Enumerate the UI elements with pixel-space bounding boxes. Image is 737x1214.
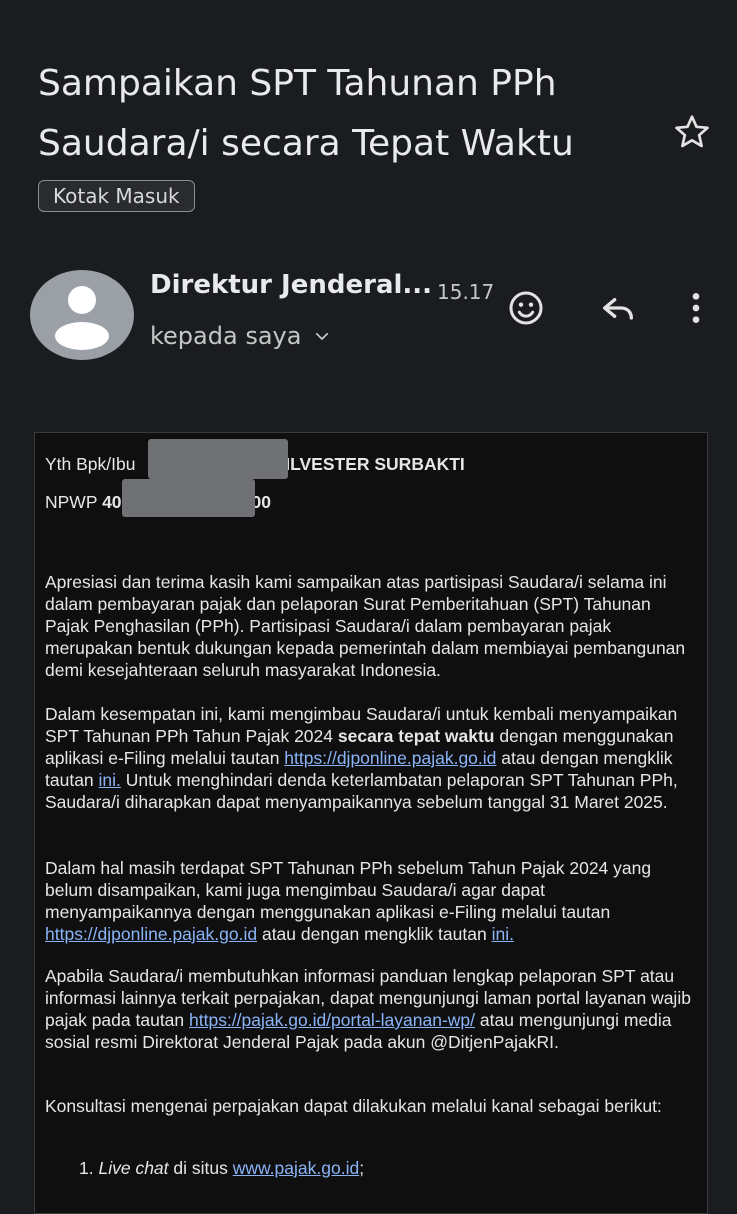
ini-link-2[interactable]: ini. — [492, 924, 514, 944]
redacted-npwp-block — [122, 479, 255, 517]
pajak-site-link[interactable]: www.pajak.go.id — [233, 1158, 359, 1178]
paragraph-2: Dalam kesempatan ini, kami mengimbau Sau… — [45, 703, 695, 813]
paragraph-5: Konsultasi mengenai perpajakan dapat dil… — [45, 1096, 662, 1116]
more-vert-icon[interactable] — [676, 288, 716, 328]
p2-bold-text: secara tepat waktu — [337, 726, 495, 746]
recipient-toggle[interactable]: kepada saya — [150, 322, 331, 350]
ini-link[interactable]: ini. — [99, 770, 121, 790]
djponline-link[interactable]: https://djponline.pajak.go.id — [284, 748, 496, 768]
live-chat-text: Live chat — [98, 1158, 169, 1178]
portal-layanan-link[interactable]: https://pajak.go.id/portal-layanan-wp/ — [189, 1010, 475, 1030]
npwp-label: NPWP — [45, 492, 98, 512]
p3-text-a: Dalam hal masih terdapat SPT Tahunan PPh… — [45, 858, 652, 922]
inbox-label-chip[interactable]: Kotak Masuk — [38, 180, 195, 212]
email-body: Yth Bpk/Ibu ILVESTER SURBAKTI NPWP 40 00 … — [34, 432, 708, 1214]
list-text: di situs — [168, 1158, 233, 1178]
add-reaction-icon[interactable] — [506, 288, 546, 328]
paragraph-4: Apabila Saudara/i membutuhkan informasi … — [45, 965, 695, 1053]
p2-text-d: Untuk menghindari denda keterlambatan pe… — [45, 770, 678, 812]
person-avatar-icon — [55, 286, 109, 350]
email-subject: Sampaikan SPT Tahunan PPh Saudara/i seca… — [38, 63, 574, 164]
paragraph-1: Apresiasi dan terima kasih kami sampaika… — [45, 571, 695, 681]
list-end: ; — [359, 1158, 365, 1178]
sender-name[interactable]: Direktur Jenderal... — [150, 270, 432, 300]
djponline-link-2[interactable]: https://djponline.pajak.go.id — [45, 924, 257, 944]
paragraph-3: Dalam hal masih terdapat SPT Tahunan PPh… — [45, 857, 695, 945]
recipient-name: ILVESTER SURBAKTI — [285, 454, 465, 474]
recipient-label: kepada saya — [150, 322, 302, 350]
sender-avatar — [30, 270, 134, 360]
reply-icon[interactable] — [598, 288, 638, 328]
email-time: 15.17 — [437, 280, 495, 304]
npwp-start: 40 — [102, 492, 122, 512]
p3-text-b: atau dengan mengklik tautan — [257, 924, 492, 944]
star-icon[interactable] — [672, 112, 712, 152]
chevron-down-icon — [316, 332, 329, 340]
greeting-prefix: Yth Bpk/Ibu — [45, 454, 136, 474]
list-item: 1. Live chat di situs www.pajak.go.id; — [79, 1157, 364, 1179]
redacted-name-block — [148, 439, 288, 479]
list-number: 1. — [79, 1158, 94, 1178]
